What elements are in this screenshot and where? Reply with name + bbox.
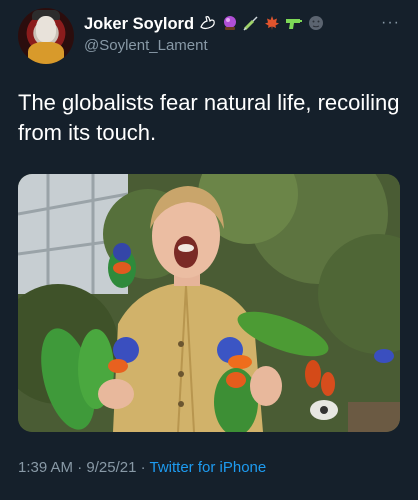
goose-icon <box>199 15 217 34</box>
tweet-meta: 1:39 AM · 9/25/21 · Twitter for iPhone <box>18 459 266 476</box>
more-options-icon[interactable]: ··· <box>381 14 400 32</box>
author-name-row: Joker Soylord <box>84 13 324 35</box>
meta-separator: · <box>73 459 87 476</box>
tweet-source-link[interactable]: Twitter for iPhone <box>150 459 267 476</box>
photo-illustration <box>18 174 400 432</box>
syringe-icon <box>243 15 259 34</box>
meta-separator: · <box>136 459 150 476</box>
tweet-text: The globalists fear natural life, recoil… <box>18 90 400 145</box>
tweet-photo[interactable] <box>18 174 400 432</box>
new-moon-face-icon <box>308 15 324 34</box>
tweet-card: Joker Soylord @Soylent_Lament ··· The gl… <box>0 0 418 500</box>
author-handle[interactable]: @Soylent_Lament <box>84 37 208 54</box>
tweet-date[interactable]: 9/25/21 <box>86 459 136 476</box>
avatar[interactable] <box>18 8 74 64</box>
display-name[interactable]: Joker Soylord <box>84 15 194 34</box>
crystal-ball-icon <box>222 15 238 34</box>
water-pistol-icon <box>285 15 303 34</box>
maple-leaf-icon <box>264 15 280 34</box>
tweet-time[interactable]: 1:39 AM <box>18 459 73 476</box>
